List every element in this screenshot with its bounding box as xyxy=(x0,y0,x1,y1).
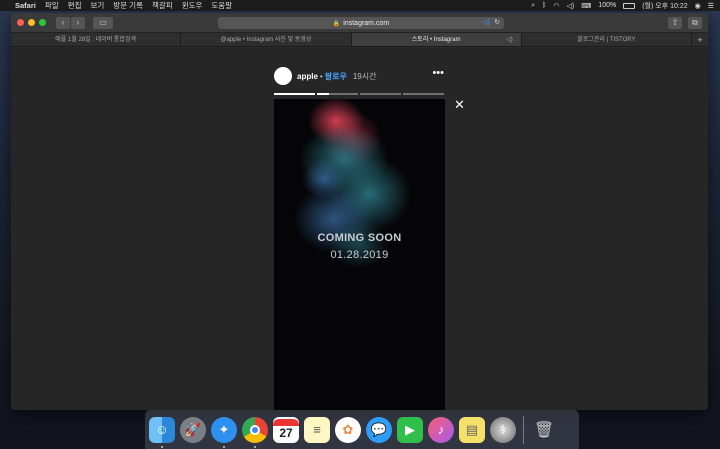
story-progress xyxy=(274,93,444,95)
facetime-icon[interactable]: ▶ xyxy=(397,416,423,443)
minimize-window-button[interactable] xyxy=(28,19,35,26)
menu-history[interactable]: 방문 기록 xyxy=(113,0,143,11)
show-tabs-icon[interactable]: ⧉ xyxy=(688,16,702,29)
reload-icon[interactable]: ↻ xyxy=(494,18,500,26)
audio-playing-icon[interactable]: ◁) xyxy=(482,18,490,26)
bluetooth-icon[interactable]: ᛒ xyxy=(542,2,546,9)
share-icon[interactable]: ⇧ xyxy=(668,16,682,29)
wifi-icon[interactable]: ◠ xyxy=(553,2,559,10)
address-bar[interactable]: 🔒 instagram.com ◁) ↻ xyxy=(218,17,504,29)
progress-fill xyxy=(317,93,330,95)
launchpad-icon[interactable]: 🚀 xyxy=(180,416,206,443)
running-indicator xyxy=(254,445,256,448)
menu-help[interactable]: 도움말 xyxy=(211,0,232,11)
smoke-image xyxy=(294,99,411,268)
story-date: 01.28.2019 xyxy=(330,249,389,261)
finder-icon[interactable]: ☺ xyxy=(149,416,175,448)
battery-icon[interactable] xyxy=(623,2,636,9)
photos-icon[interactable]: ✿ xyxy=(335,416,361,443)
menu-edit[interactable]: 편집 xyxy=(68,0,82,11)
chrome-icon[interactable] xyxy=(242,416,268,448)
close-story-icon[interactable]: ✕ xyxy=(454,98,465,111)
tab-tistory[interactable]: 블로그관리 | TISTORY xyxy=(522,33,692,46)
lock-icon: 🔒 xyxy=(332,20,341,27)
tab-audio-icon[interactable]: ◁) xyxy=(506,33,513,46)
running-indicator xyxy=(161,445,163,448)
progress-segment xyxy=(403,93,444,95)
disk-utility-icon[interactable]: ⚕ xyxy=(490,416,516,443)
trash-icon[interactable]: 🗑 xyxy=(531,417,557,443)
story-username[interactable]: apple xyxy=(297,72,318,81)
calendar-icon[interactable]: 27 xyxy=(273,416,299,443)
new-tab-button[interactable]: + xyxy=(692,33,708,46)
dock-separator xyxy=(523,415,524,444)
menu-bar: Safari 파일 편집 보기 방문 기록 책갈피 윈도우 도움말 ⌕ ᛒ ◠ … xyxy=(0,0,720,11)
progress-segment xyxy=(274,93,315,95)
chrome-center xyxy=(250,424,260,435)
running-indicator xyxy=(223,445,225,448)
tab-instagram-story[interactable]: 스토리 • Instagram ◁) xyxy=(351,33,522,46)
progress-segment xyxy=(360,93,401,95)
safari-window: ‹ › ▭ 🔒 instagram.com ◁) ↻ ⇧ ⧉ 애플 1월 28일… xyxy=(11,13,708,410)
safari-icon[interactable]: ✦ xyxy=(211,416,237,448)
avatar[interactable] xyxy=(274,67,292,85)
calendar-day: 27 xyxy=(279,425,293,440)
story-headline: COMING SOON xyxy=(317,232,402,244)
nav-buttons: ‹ › xyxy=(56,16,85,29)
menu-window[interactable]: 윈도우 xyxy=(182,0,203,11)
tab-bar: 애플 1월 28일 : 네이버 통합검색 @apple • Instagram … xyxy=(11,33,708,47)
progress-fill xyxy=(274,93,315,95)
stickies-icon[interactable]: ▤ xyxy=(459,416,485,443)
close-window-button[interactable] xyxy=(17,19,24,26)
menu-view[interactable]: 보기 xyxy=(90,0,104,11)
notes-icon[interactable]: ≡ xyxy=(304,416,330,443)
tab-naver[interactable]: 애플 1월 28일 : 네이버 통합검색 xyxy=(11,33,182,46)
forward-button[interactable]: › xyxy=(71,16,85,29)
follow-button[interactable]: 팔로우 xyxy=(325,71,347,82)
story-separator: • xyxy=(319,71,323,81)
calendar-header xyxy=(273,418,299,426)
story-time: 19시간 xyxy=(352,71,377,81)
url-text: instagram.com xyxy=(343,19,390,27)
window-controls xyxy=(17,19,46,26)
itunes-icon[interactable]: ♪ xyxy=(428,416,454,443)
dock: ☺ 🚀 ✦ 27 ≡ ✿ 💬 ▶ ♪ ▤ ⚕ 🗑 xyxy=(145,410,579,449)
sidebar-icon[interactable]: ▭ xyxy=(93,16,113,29)
more-options-icon[interactable]: ••• xyxy=(432,67,444,79)
battery-percent[interactable]: 100% xyxy=(598,2,616,9)
spotlight-icon[interactable]: ⌕ xyxy=(531,2,535,10)
toolbar: ‹ › ▭ 🔒 instagram.com ◁) ↻ ⇧ ⧉ xyxy=(11,13,708,33)
clock[interactable]: (월) 오후 10:22 xyxy=(642,1,687,11)
user-icon[interactable]: ◉ xyxy=(695,2,701,10)
menu-app-name[interactable]: Safari xyxy=(15,1,36,10)
tab-instagram-story-label: 스토리 • Instagram xyxy=(411,37,461,43)
messages-icon[interactable]: 💬 xyxy=(366,416,392,443)
tab-apple-instagram[interactable]: @apple • Instagram 사진 및 동영상 xyxy=(181,33,352,46)
notification-center-icon[interactable]: ☰ xyxy=(708,2,714,10)
story-header: apple • 팔로우 19시간 ••• xyxy=(274,66,444,86)
menu-bookmarks[interactable]: 책갈피 xyxy=(152,0,173,11)
volume-icon[interactable]: ◁) xyxy=(566,2,574,10)
zoom-window-button[interactable] xyxy=(39,19,46,26)
input-source-icon[interactable]: ⌨ xyxy=(581,2,591,10)
back-button[interactable]: ‹ xyxy=(56,16,70,29)
page-content: apple • 팔로우 19시간 ••• ✕ COMING SOON 01.28… xyxy=(11,48,708,410)
story-media[interactable]: COMING SOON 01.28.2019 xyxy=(274,99,445,410)
progress-segment xyxy=(317,93,358,95)
menu-file[interactable]: 파일 xyxy=(45,0,59,11)
